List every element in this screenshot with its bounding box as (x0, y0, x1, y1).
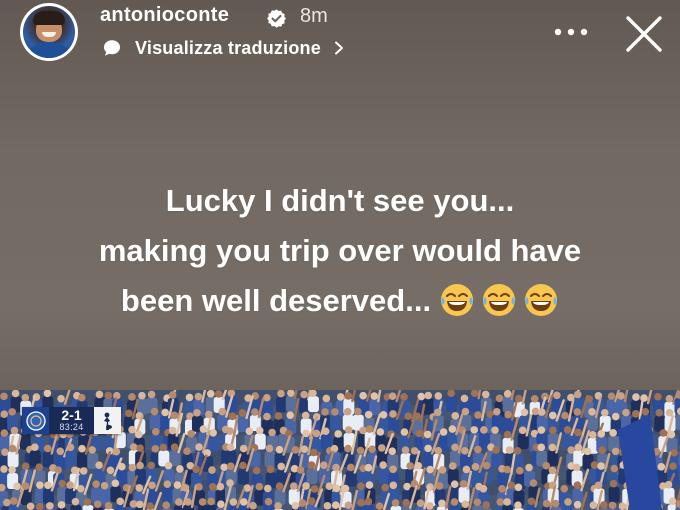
story-timestamp: 8m (300, 5, 328, 27)
username[interactable]: antonioconte (100, 4, 229, 27)
caption-line-3-wrap: been well deserved... (30, 276, 650, 326)
avatar-photo (23, 6, 75, 58)
laughing-emoji-row (439, 282, 559, 318)
laughing-emoji-icon (441, 283, 474, 316)
chelsea-crest-icon (22, 407, 49, 434)
chevron-right-icon (334, 41, 343, 55)
see-translation-label: Visualizza traduzione (135, 37, 321, 58)
caption-line-2: making you trip over would have (98, 233, 582, 268)
speech-bubble-icon (104, 40, 120, 56)
tottenham-crest-icon (94, 407, 121, 434)
caption-line-3: been well deserved... (120, 283, 432, 318)
profile-avatar[interactable] (20, 3, 78, 61)
match-clock: 83:24 (59, 422, 84, 432)
laughing-emoji-icon (525, 283, 558, 316)
story-view[interactable]: antonioconte 8m Visualizza traduzione Lu… (0, 0, 680, 510)
verified-badge-icon (267, 9, 286, 28)
score-panel: 2-1 83:24 (49, 407, 94, 434)
story-caption: Lucky I didn't see you... making you tri… (30, 176, 650, 326)
more-options-button[interactable] (552, 20, 590, 44)
see-translation-link[interactable]: Visualizza traduzione (102, 35, 345, 61)
close-button[interactable] (622, 14, 666, 54)
more-horizontal-icon (554, 28, 588, 36)
caption-line-1: Lucky I didn't see you... (165, 183, 515, 218)
match-score: 2-1 (61, 407, 82, 423)
close-icon (626, 16, 662, 52)
match-scoreboard: 2-1 83:24 (22, 407, 121, 434)
laughing-emoji-icon (483, 283, 516, 316)
